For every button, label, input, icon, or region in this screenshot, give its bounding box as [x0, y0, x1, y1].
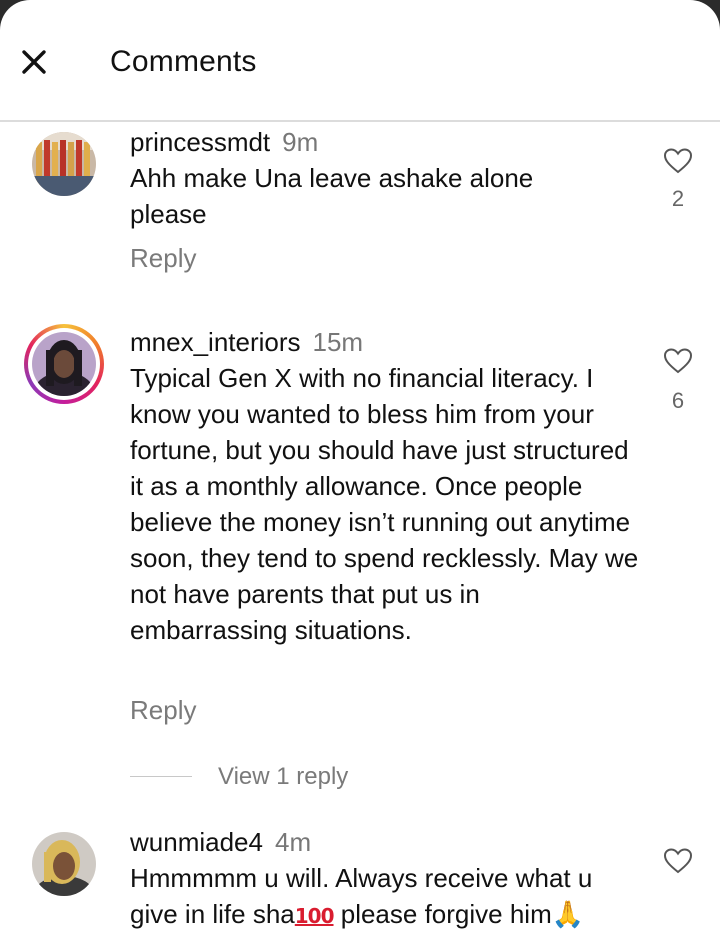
- story-ring-avatar[interactable]: [24, 324, 104, 404]
- avatar: [32, 332, 96, 396]
- username[interactable]: wunmiade4: [130, 827, 263, 857]
- heart-outline-icon[interactable]: [663, 348, 693, 374]
- comment-text: Ahh make Una leave ashake alone please: [130, 163, 534, 229]
- close-icon[interactable]: [16, 44, 52, 80]
- page-title: Comments: [110, 45, 257, 78]
- comment-meta: wunmiade4 4m: [130, 826, 311, 858]
- comments-header: Comments: [0, 0, 720, 120]
- comment-text-part: please forgive him: [333, 899, 552, 929]
- comment-text: Hmmmmm u will. Always receive what u giv…: [130, 860, 640, 934]
- comment-meta: mnex_interiors 15m: [130, 326, 363, 358]
- folded-hands-emoji: 🙏: [551, 900, 585, 930]
- header-divider: [0, 120, 720, 122]
- comment-meta: princessmdt 9m: [130, 126, 318, 158]
- timestamp: 15m: [312, 327, 364, 357]
- username[interactable]: princessmdt: [130, 127, 270, 157]
- username[interactable]: mnex_interiors: [130, 327, 301, 357]
- replies-divider-line: [130, 776, 192, 777]
- heart-outline-icon[interactable]: [663, 148, 693, 174]
- avatar[interactable]: [32, 832, 96, 896]
- view-replies-button[interactable]: View 1 reply: [130, 762, 430, 792]
- comment-text: Typical Gen X with no financial literacy…: [130, 363, 639, 645]
- like-count: 6: [671, 388, 685, 413]
- timestamp: 9m: [282, 127, 319, 157]
- timestamp: 4m: [274, 827, 312, 857]
- comments-sheet: Comments princessmdt 9m Ahh make Una leav…: [0, 0, 720, 940]
- avatar[interactable]: [32, 132, 96, 196]
- like-count: 2: [671, 186, 685, 211]
- view-replies-label: View 1 reply: [218, 763, 349, 790]
- reply-button[interactable]: Reply: [130, 694, 196, 726]
- hundred-points-emoji: 100: [294, 904, 335, 928]
- heart-outline-icon[interactable]: [663, 848, 693, 874]
- reply-button[interactable]: Reply: [130, 242, 196, 274]
